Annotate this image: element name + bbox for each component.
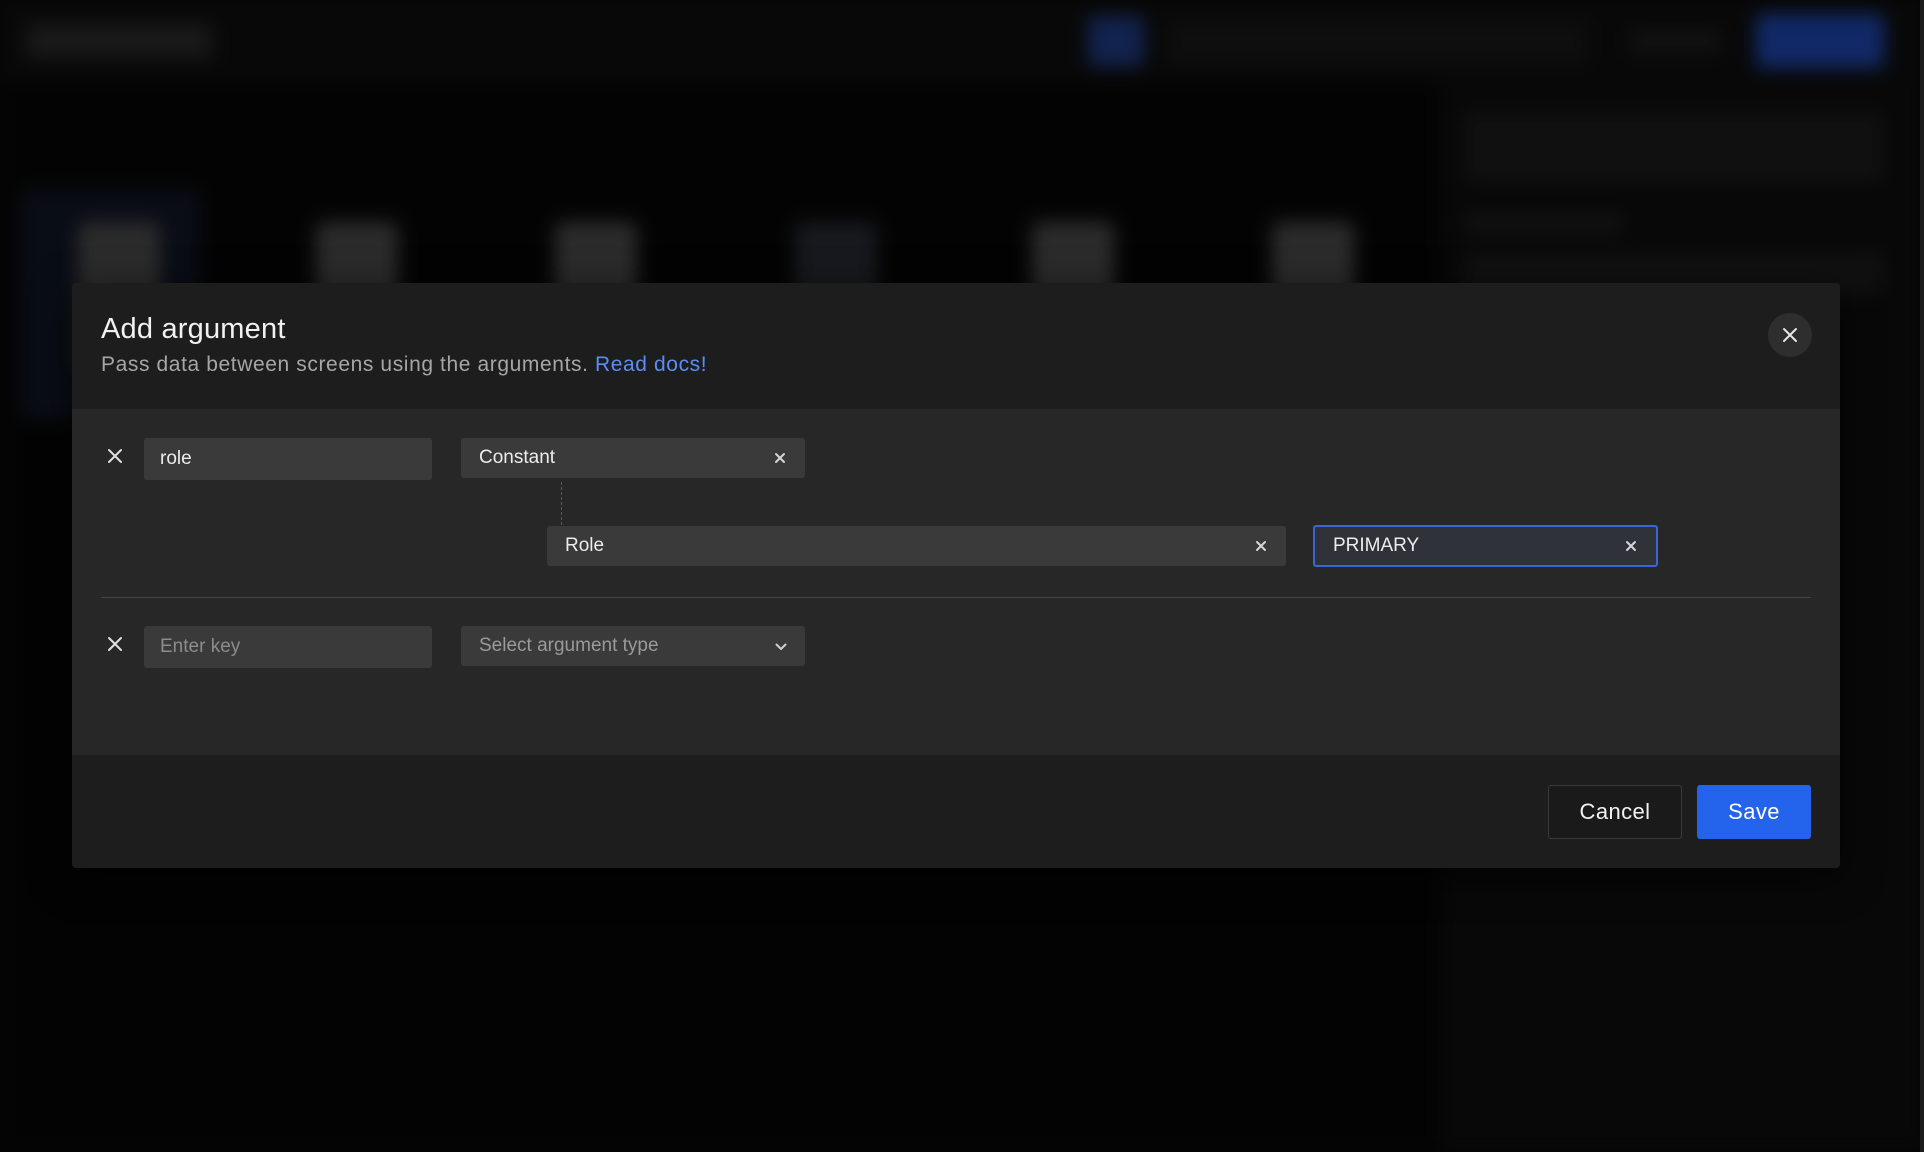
background-topbar [0, 0, 1924, 82]
save-button[interactable]: Save [1697, 785, 1811, 839]
clear-icon[interactable] [1254, 539, 1268, 553]
argument-key-input[interactable]: Enter key [144, 626, 432, 668]
close-icon [108, 637, 122, 651]
background-link [1630, 30, 1720, 52]
clear-icon[interactable] [773, 451, 787, 465]
background-panel-block [1464, 112, 1884, 182]
background-primary-button [1756, 14, 1884, 68]
close-icon [1783, 328, 1797, 342]
background-search [1168, 20, 1588, 64]
app-window: Add argument Pass data between screens u… [0, 0, 1924, 1152]
enum-type-value: Role [565, 535, 605, 556]
close-dialog-button[interactable] [1768, 313, 1812, 357]
read-docs-link[interactable]: Read docs! [595, 353, 707, 376]
remove-argument-button[interactable] [102, 443, 128, 469]
dialog-title: Add argument [101, 313, 286, 345]
row-divider [101, 597, 1811, 598]
remove-argument-button[interactable] [102, 631, 128, 657]
arguments-list: role Constant Role PRIMARY Enter key Sel… [72, 409, 1840, 755]
close-icon [108, 449, 122, 463]
clear-icon[interactable] [1624, 539, 1638, 553]
argument-key-input[interactable]: role [144, 438, 432, 480]
argument-type-select[interactable]: Constant [461, 438, 805, 478]
dialog-header: Add argument Pass data between screens u… [72, 283, 1840, 409]
enum-type-select[interactable]: Role [547, 526, 1286, 566]
argument-type-value: Constant [479, 447, 556, 468]
constant-value-select[interactable]: PRIMARY [1313, 525, 1658, 567]
background-logo [26, 24, 212, 58]
dialog-footer: Cancel Save [72, 755, 1840, 868]
window-edge [1920, 0, 1924, 1152]
dialog-subtitle-text: Pass data between screens using the argu… [101, 353, 589, 376]
argument-type-placeholder: Select argument type [479, 635, 659, 656]
argument-type-dropdown[interactable]: Select argument type [461, 626, 805, 666]
constant-value: PRIMARY [1333, 535, 1420, 556]
background-panel-block [1464, 212, 1624, 234]
add-argument-dialog: Add argument Pass data between screens u… [72, 283, 1840, 868]
dialog-subtitle: Pass data between screens using the argu… [101, 353, 707, 377]
background-blue-chip [1088, 16, 1144, 66]
chevron-down-icon [775, 635, 787, 657]
cancel-button[interactable]: Cancel [1548, 785, 1682, 839]
